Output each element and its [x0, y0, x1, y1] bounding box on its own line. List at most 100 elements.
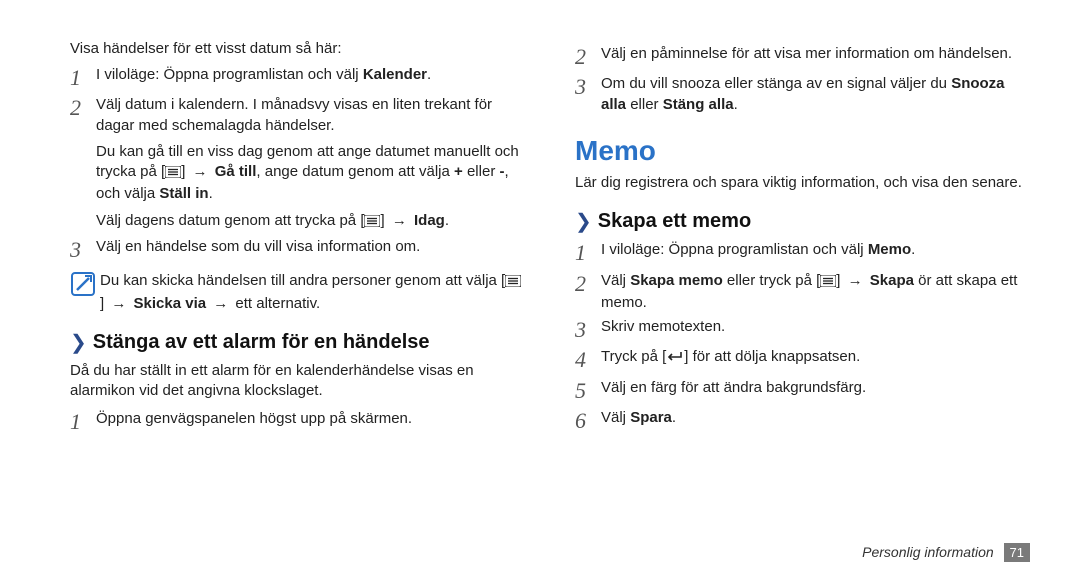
text: ]	[836, 272, 844, 289]
bold: Skapa memo	[630, 272, 723, 289]
memo-step-2: 2 Välj Skapa memo eller tryck på [] → Sk…	[575, 271, 1030, 314]
back-icon	[666, 348, 684, 365]
bold: Idag	[414, 212, 445, 229]
menu-icon	[364, 213, 380, 233]
left-subheading: ❯ Stänga av ett alarm för en händelse	[70, 330, 525, 355]
step-text: I viloläge: Öppna programlistan och välj…	[601, 240, 915, 266]
memo-step-1: 1 I viloläge: Öppna programlistan och vä…	[575, 240, 1030, 266]
step-text: Välj datum i kalendern. I månadsvy visas…	[96, 95, 525, 233]
text: eller tryck på [	[723, 272, 821, 289]
subheading-text: Skapa ett memo	[598, 210, 751, 233]
step-text: Skriv memotexten.	[601, 317, 725, 343]
text: Välj dagens datum genom att trycka på [	[96, 212, 364, 229]
text: I viloläge: Öppna programlistan och välj	[601, 241, 868, 258]
text: Välj datum i kalendern. I månadsvy visas…	[96, 95, 525, 136]
text: .	[427, 66, 431, 83]
two-column-layout: Visa händelser för ett visst datum så hä…	[70, 40, 1030, 440]
memo-step-6: 6 Välj Spara.	[575, 408, 1030, 434]
left-step-3: 3 Välj en händelse som du vill visa info…	[70, 237, 525, 263]
step-text: I viloläge: Öppna programlistan och välj…	[96, 65, 431, 91]
left-step-2: 2 Välj datum i kalendern. I månadsvy vis…	[70, 95, 525, 233]
step-text: Tryck på [ ] för att dölja knappsatsen.	[601, 347, 860, 373]
text-block: Du kan gå till en viss dag genom att ang…	[96, 142, 525, 205]
note-text: Du kan skicka händelsen till andra perso…	[100, 271, 525, 314]
left-sub-step-1: 1 Öppna genvägspanelen högst upp på skär…	[70, 409, 525, 435]
bold: Skicka via	[134, 295, 207, 312]
step-number: 3	[575, 317, 601, 343]
text: Tryck på [	[601, 348, 666, 365]
step-number: 2	[575, 271, 601, 314]
right-column: 2 Välj en påminnelse för att visa mer in…	[575, 40, 1030, 440]
text: I viloläge: Öppna programlistan och välj	[96, 66, 363, 83]
step-number: 3	[70, 237, 96, 263]
memo-step-5: 5 Välj en färg för att ändra bakgrundsfä…	[575, 378, 1030, 404]
step-number: 2	[575, 44, 601, 70]
chevron-right-icon: ❯	[70, 330, 87, 355]
step-text: Välj Spara.	[601, 408, 676, 434]
text: Välj	[601, 409, 630, 426]
text: Om du vill snooza eller stänga av en sig…	[601, 75, 951, 92]
step-number: 5	[575, 378, 601, 404]
left-step-1: 1 I viloläge: Öppna programlistan och vä…	[70, 65, 525, 91]
sub-intro: Då du har ställt in ett alarm för en kal…	[70, 361, 525, 402]
subheading-text: Stänga av ett alarm för en händelse	[93, 331, 430, 354]
right-step-3: 3 Om du vill snooza eller stänga av en s…	[575, 74, 1030, 115]
step-text: Välj en påminnelse för att visa mer info…	[601, 44, 1012, 70]
step-number: 1	[70, 409, 96, 435]
text: .	[445, 212, 449, 229]
menu-icon	[165, 164, 181, 184]
text: .	[911, 241, 915, 258]
text: , ange datum genom att välja	[256, 163, 454, 180]
text: .	[734, 96, 738, 113]
step-text: Öppna genvägspanelen högst upp på skärme…	[96, 409, 412, 435]
footer-label: Personlig information	[862, 544, 994, 560]
left-intro: Visa händelser för ett visst datum så hä…	[70, 40, 525, 57]
arrow: →	[389, 212, 410, 229]
step-text: Välj Skapa memo eller tryck på [] → Skap…	[601, 271, 1030, 314]
step-text: Välj en färg för att ändra bakgrundsfärg…	[601, 378, 866, 404]
memo-step-3: 3 Skriv memotexten.	[575, 317, 1030, 343]
step-number: 2	[70, 95, 96, 233]
text: ]	[380, 212, 388, 229]
text: ett alternativ.	[231, 295, 320, 312]
memo-step-4: 4 Tryck på [ ] för att dölja knappsatsen.	[575, 347, 1030, 373]
step-number: 6	[575, 408, 601, 434]
bold: Memo	[868, 241, 911, 258]
section-intro: Lär dig registrera och spara viktig info…	[575, 173, 1030, 193]
text: eller	[626, 96, 663, 113]
memo-heading: Memo	[575, 135, 1030, 167]
bold: Skapa	[870, 272, 914, 289]
bold: Kalender	[363, 66, 427, 83]
step-number: 3	[575, 74, 601, 115]
right-step-2: 2 Välj en påminnelse för att visa mer in…	[575, 44, 1030, 70]
note-icon	[70, 271, 96, 297]
text: ] för att dölja knappsatsen.	[684, 348, 860, 365]
right-subheading: ❯ Skapa ett memo	[575, 209, 1030, 234]
page-number: 71	[1004, 543, 1030, 562]
arrow: →	[210, 295, 231, 312]
menu-icon	[820, 273, 836, 293]
step-number: 1	[575, 240, 601, 266]
text: .	[672, 409, 676, 426]
text: ]	[181, 163, 189, 180]
note-block: Du kan skicka händelsen till andra perso…	[70, 271, 525, 314]
step-text: Välj en händelse som du vill visa inform…	[96, 237, 420, 263]
text-block: Välj dagens datum genom att trycka på []…	[96, 211, 525, 233]
left-column: Visa händelser för ett visst datum så hä…	[70, 40, 525, 440]
arrow: →	[108, 295, 129, 312]
text: Du kan skicka händelsen till andra perso…	[100, 272, 505, 289]
step-number: 1	[70, 65, 96, 91]
bold: +	[454, 163, 463, 180]
arrow: →	[190, 163, 211, 180]
text: .	[209, 185, 213, 202]
arrow: →	[845, 272, 866, 289]
step-text: Om du vill snooza eller stänga av en sig…	[601, 74, 1030, 115]
bold: Stäng alla	[663, 96, 734, 113]
page-footer: Personlig information 71	[862, 543, 1030, 562]
bold: Gå till	[215, 163, 257, 180]
bold: Ställ in	[159, 185, 208, 202]
bold: Spara	[630, 409, 672, 426]
step-number: 4	[575, 347, 601, 373]
menu-icon	[505, 273, 521, 293]
manual-page: Visa händelser för ett visst datum så hä…	[0, 0, 1080, 586]
